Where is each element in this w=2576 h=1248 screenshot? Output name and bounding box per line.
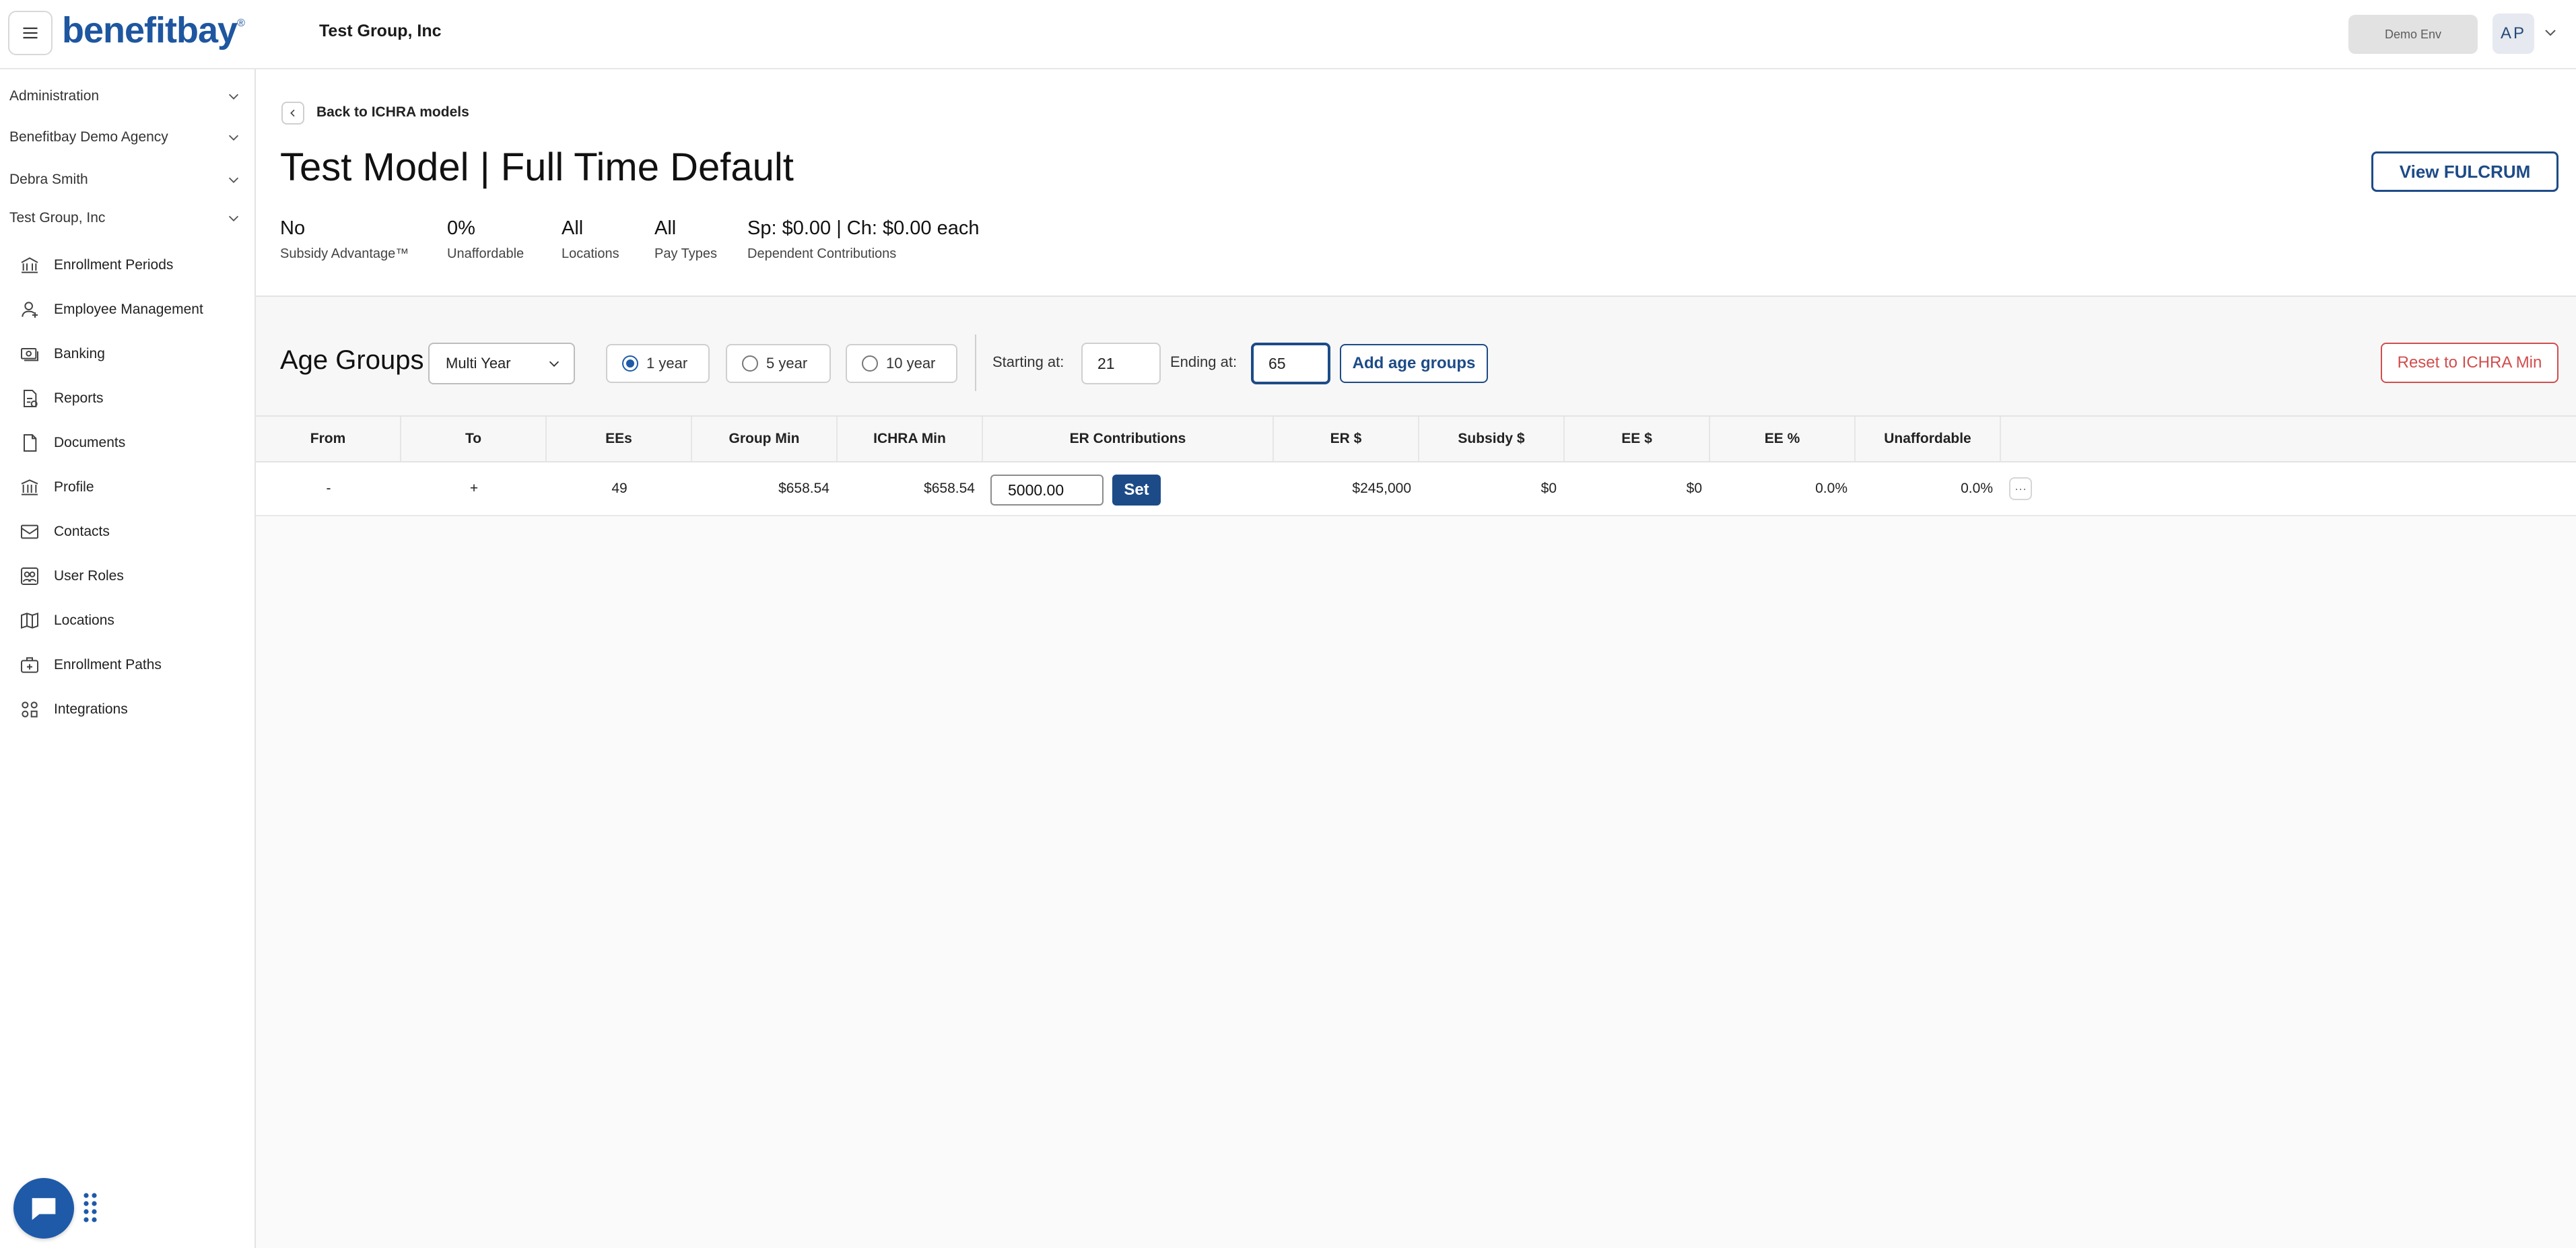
cell-group-min: $658.54: [778, 481, 829, 496]
context-selector-group[interactable]: Test Group, Inc: [0, 198, 249, 238]
sidebar-item-profile[interactable]: Profile: [0, 466, 255, 508]
starting-at-label: Starting at:: [992, 353, 1064, 370]
institution-icon: [16, 474, 43, 501]
age-mode-select[interactable]: Multi Year: [428, 343, 575, 384]
stat-unaffordable: 0% Unaffordable: [447, 217, 524, 261]
table-header: From To EEs Group Min ICHRA Min ER Contr…: [256, 417, 2576, 462]
column-header-ee-pct[interactable]: EE %: [1710, 417, 1856, 461]
radio-selected-icon: [622, 355, 638, 372]
column-header-from[interactable]: From: [256, 417, 401, 461]
chevron-down-icon: [228, 215, 239, 221]
column-header-unaffordable[interactable]: Unaffordable: [1856, 417, 2001, 461]
chevron-down-icon: [228, 177, 239, 183]
environment-badge[interactable]: Demo Env: [2348, 15, 2478, 54]
cell-subsidy: $0: [1540, 481, 1557, 496]
chevron-down-icon: [228, 94, 239, 100]
cell-ee: $0: [1686, 481, 1702, 496]
set-contribution-button[interactable]: Set: [1112, 475, 1161, 506]
radio-empty-icon: [742, 355, 758, 372]
envelope-icon: [16, 518, 43, 545]
sidebar-item-enrollment-paths[interactable]: Enrollment Paths: [0, 644, 255, 686]
sidebar-item-reports[interactable]: Reports: [0, 378, 255, 419]
building-columns-icon: [16, 252, 43, 279]
top-bar: benefitbay® Test Group, Inc Demo Env AP: [0, 0, 2576, 69]
page-title: Test Model | Full Time Default: [280, 145, 794, 189]
cell-from: -: [326, 481, 331, 496]
stat-pay-types: All Pay Types: [654, 217, 718, 261]
sidebar-item-documents[interactable]: Documents: [0, 422, 255, 464]
user-avatar[interactable]: AP: [2493, 13, 2534, 54]
cell-to: +: [469, 481, 479, 496]
age-groups-title: Age Groups: [280, 345, 424, 375]
add-age-groups-button[interactable]: Add age groups: [1340, 344, 1488, 383]
money-icon: [16, 341, 43, 368]
interval-radio-5-year[interactable]: 5 year: [726, 344, 831, 383]
document-icon: [16, 429, 43, 456]
map-icon: [16, 607, 43, 634]
context-selector-agency[interactable]: Benefitbay Demo Agency: [0, 117, 249, 158]
sidebar-item-contacts[interactable]: Contacts: [0, 511, 255, 553]
column-header-ees[interactable]: EEs: [547, 417, 692, 461]
view-fulcrum-button[interactable]: View FULCRUM: [2371, 151, 2558, 192]
chevron-left-icon: [290, 109, 295, 117]
column-header-ee[interactable]: EE $: [1565, 417, 1710, 461]
cell-ichra-min: $658.54: [924, 481, 975, 496]
table-row: - + 49 $658.54 $658.54 5000.00 Set $245,…: [256, 462, 2576, 516]
cell-er-total: $245,000: [1352, 481, 1411, 496]
er-contribution-input[interactable]: 5000.00: [990, 475, 1104, 506]
report-icon: [16, 385, 43, 412]
drag-handle-icon[interactable]: [82, 1191, 98, 1224]
column-header-subsidy[interactable]: Subsidy $: [1419, 417, 1565, 461]
column-header-ichra-min[interactable]: ICHRA Min: [838, 417, 983, 461]
sidebar-item-employee-management[interactable]: Employee Management: [0, 289, 255, 331]
person-icon: [16, 296, 43, 323]
context-selector-broker[interactable]: Debra Smith: [0, 160, 249, 200]
ending-at-label: Ending at:: [1170, 353, 1238, 370]
sidebar-item-locations[interactable]: Locations: [0, 600, 255, 642]
age-groups-toolbar: Age Groups Multi Year 1 year 5 year 10 y…: [256, 297, 2576, 417]
reset-to-ichra-min-button[interactable]: Reset to ICHRA Min: [2381, 343, 2558, 383]
radio-empty-icon: [862, 355, 878, 372]
users-icon: [16, 563, 43, 590]
divider: [975, 335, 976, 391]
back-button[interactable]: [281, 102, 304, 125]
chevron-down-icon[interactable]: [2542, 24, 2558, 40]
interval-radio-1-year[interactable]: 1 year: [606, 344, 710, 383]
row-more-options-button[interactable]: ···: [2009, 477, 2032, 500]
cell-ees: 49: [611, 481, 628, 496]
context-selector-administration[interactable]: Administration: [0, 76, 249, 116]
company-name: Test Group, Inc: [319, 22, 442, 40]
hamburger-menu-button[interactable]: [8, 11, 53, 55]
chat-button[interactable]: [13, 1178, 74, 1239]
sidebar-item-integrations[interactable]: Integrations: [0, 689, 255, 730]
sidebar-item-enrollment-periods[interactable]: Enrollment Periods: [0, 244, 255, 286]
interval-radio-10-year[interactable]: 10 year: [846, 344, 957, 383]
chevron-down-icon: [549, 361, 560, 367]
column-header-to[interactable]: To: [401, 417, 547, 461]
ending-age-input[interactable]: 65: [1251, 343, 1330, 384]
hamburger-icon: [23, 27, 38, 39]
chevron-down-icon: [228, 135, 239, 141]
sidebar-item-banking[interactable]: Banking: [0, 333, 255, 375]
stat-subsidy-advantage: No Subsidy Advantage™: [280, 217, 409, 261]
model-header: Back to ICHRA models Test Model | Full T…: [256, 69, 2576, 297]
apps-icon: [16, 696, 43, 723]
sidebar-item-user-roles[interactable]: User Roles: [0, 555, 255, 597]
medical-bag-icon: [16, 652, 43, 679]
cell-unaffordable: 0.0%: [1961, 481, 1993, 496]
cell-ee-pct: 0.0%: [1815, 481, 1848, 496]
stat-locations: All Locations: [562, 217, 619, 261]
benefitbay-logo[interactable]: benefitbay®: [62, 9, 245, 51]
stat-dependent-contributions: Sp: $0.00 | Ch: $0.00 each Dependent Con…: [747, 217, 980, 261]
column-header-er-total[interactable]: ER $: [1274, 417, 1419, 461]
back-link[interactable]: Back to ICHRA models: [316, 104, 469, 120]
column-header-group-min[interactable]: Group Min: [692, 417, 838, 461]
chat-bubble-icon: [32, 1198, 56, 1220]
starting-age-input[interactable]: 21: [1081, 343, 1161, 384]
sidebar: Administration Benefitbay Demo Agency De…: [0, 69, 256, 1248]
column-header-er-contributions[interactable]: ER Contributions: [983, 417, 1274, 461]
